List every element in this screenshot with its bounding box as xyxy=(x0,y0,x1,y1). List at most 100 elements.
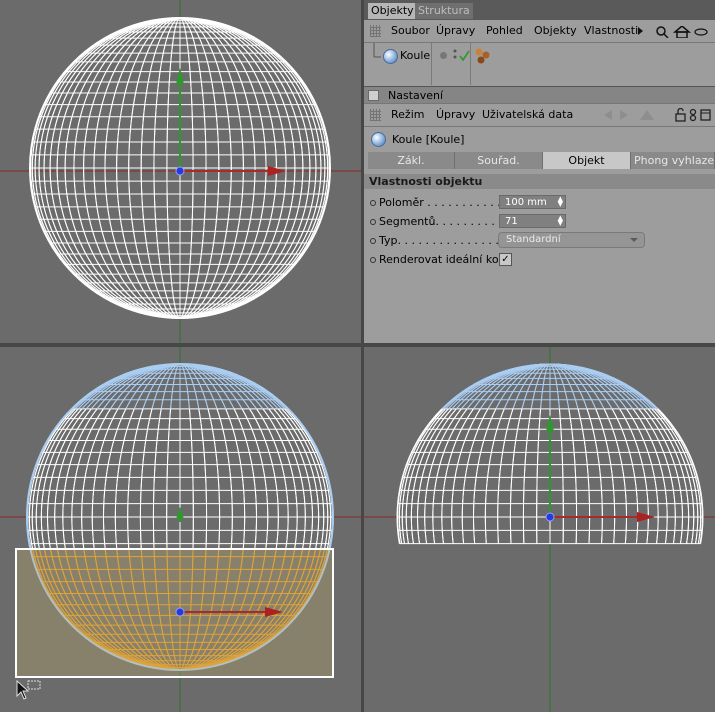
wire-longitude-segment xyxy=(158,71,161,77)
wire-longitude-segment xyxy=(67,129,70,136)
wire-longitude-segment xyxy=(226,225,228,232)
wire-longitude-segment xyxy=(194,286,197,291)
wire-longitude-segment xyxy=(250,44,256,50)
wire-longitude-segment xyxy=(161,278,164,284)
wire-longitude-segment xyxy=(207,41,210,46)
wire-longitude-segment xyxy=(75,135,77,143)
wire-longitude-segment xyxy=(139,294,143,299)
wire-longitude-segment xyxy=(47,110,51,117)
wire-longitude-segment xyxy=(219,290,224,295)
wire-longitude-segment xyxy=(237,294,243,299)
wire-longitude-segment xyxy=(319,200,322,207)
wire-longitude-segment xyxy=(265,231,268,238)
wire-longitude-segment xyxy=(307,212,311,220)
wire-longitude-segment xyxy=(295,248,300,255)
wire-longitude-segment xyxy=(288,98,292,105)
wire-longitude-segment xyxy=(294,212,298,220)
wire-longitude-segment xyxy=(247,253,251,260)
wire-longitude-segment xyxy=(143,290,147,295)
wire-longitude-segment xyxy=(213,92,215,99)
wire-longitude-segment xyxy=(205,37,209,42)
wire-longitude-segment xyxy=(41,212,45,220)
wire-longitude-segment xyxy=(182,21,184,24)
wire-longitude-segment xyxy=(35,148,37,155)
wire-longitude-segment xyxy=(104,286,110,292)
wire-longitude-segment xyxy=(248,110,251,117)
wire-longitude-segment xyxy=(227,52,232,58)
wire-longitude-segment xyxy=(175,310,178,314)
wire-longitude-segment xyxy=(139,37,143,42)
wire-longitude-segment xyxy=(57,87,62,94)
wire-longitude-segment xyxy=(301,212,305,220)
wire-longitude-segment xyxy=(323,148,325,155)
wire-longitude-segment xyxy=(225,98,227,105)
wire-longitude-segment xyxy=(92,57,98,63)
wire-longitude-segment xyxy=(46,200,50,207)
wire-longitude-segment xyxy=(215,219,217,226)
wire-longitude-segment xyxy=(206,269,210,275)
wire-longitude-segment xyxy=(241,194,243,201)
wire-longitude-segment xyxy=(275,66,280,72)
wire-longitude-segment xyxy=(270,76,275,83)
wire-longitude-segment xyxy=(279,259,284,265)
wire-longitude-segment xyxy=(75,264,81,270)
wire-longitude-segment xyxy=(82,71,87,77)
wire-longitude-segment xyxy=(124,41,129,46)
wire-longitude-segment xyxy=(292,187,295,195)
wire-longitude-segment xyxy=(118,253,121,260)
wire-longitude-segment xyxy=(211,81,214,88)
wire-longitude-segment xyxy=(209,71,212,77)
wire-longitude-segment xyxy=(304,129,308,136)
wire-longitude-segment xyxy=(247,225,250,232)
wire-longitude-segment xyxy=(65,148,67,155)
wire-longitude-segment xyxy=(45,135,48,143)
wire-longitude-segment xyxy=(182,22,185,26)
wire-longitude-segment xyxy=(80,66,85,72)
wire-longitude-segment xyxy=(241,278,246,284)
wire-longitude-segment xyxy=(251,273,256,279)
wire-longitude-segment xyxy=(224,61,228,67)
wire-longitude-segment xyxy=(100,253,104,260)
viewport-top-canvas[interactable] xyxy=(0,0,361,343)
wire-longitude-segment xyxy=(66,135,69,143)
wire-longitude-segment xyxy=(40,135,43,143)
wire-longitude-segment xyxy=(82,81,87,88)
wire-longitude-segment xyxy=(213,41,217,46)
wire-longitude-segment xyxy=(45,193,48,201)
wire-longitude-segment xyxy=(91,264,96,270)
wire-longitude-segment xyxy=(234,92,237,99)
wire-longitude-segment xyxy=(309,206,312,214)
wire-longitude-segment xyxy=(244,57,249,63)
wire-longitude-segment xyxy=(285,81,290,88)
wire-longitude-segment xyxy=(296,122,300,130)
wire-longitude-segment xyxy=(124,242,128,249)
wire-longitude-segment xyxy=(287,116,291,124)
wire-longitude-segment xyxy=(249,282,255,288)
wire-longitude-segment xyxy=(239,213,241,220)
wire-longitude-segment xyxy=(45,225,50,232)
wire-longitude-segment xyxy=(241,41,247,46)
wire-longitude-segment xyxy=(287,76,292,83)
wire-longitude-segment xyxy=(64,248,70,255)
wire-longitude-segment xyxy=(260,61,266,67)
wire-longitude-segment xyxy=(143,219,145,226)
wire-longitude-segment xyxy=(111,57,116,63)
viewport-top[interactable] xyxy=(0,0,361,343)
wire-longitude-segment xyxy=(263,193,266,201)
wire-longitude-segment xyxy=(262,57,268,63)
wire-longitude-segment xyxy=(270,264,275,270)
wire-longitude-segment xyxy=(129,129,131,136)
wire-longitude-segment xyxy=(88,259,93,265)
wire-longitude-segment xyxy=(195,48,198,54)
wire-longitude-segment xyxy=(118,290,124,295)
wire-longitude-segment xyxy=(250,286,256,292)
wire-longitude-segment xyxy=(275,104,279,111)
wire-longitude-segment xyxy=(274,187,277,195)
wire-longitude-segment xyxy=(308,231,312,238)
wire-longitude-segment xyxy=(301,237,306,244)
wire-longitude-segment xyxy=(271,206,274,214)
wire-longitude-segment xyxy=(154,48,157,54)
wire-longitude-segment xyxy=(244,92,248,99)
wire-longitude-segment xyxy=(122,66,126,72)
wire-longitude-segment xyxy=(103,92,106,99)
